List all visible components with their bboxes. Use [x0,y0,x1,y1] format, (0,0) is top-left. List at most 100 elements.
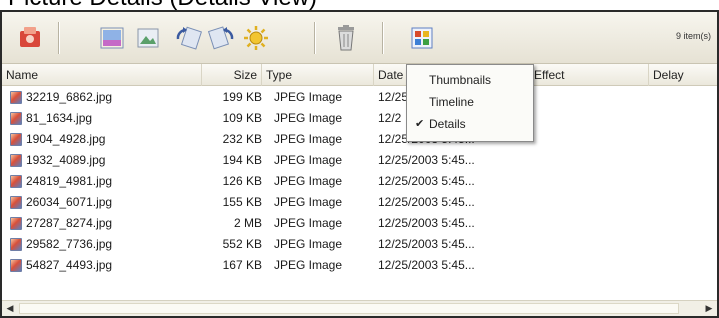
file-size: 552 KB [222,237,262,251]
jpeg-file-icon [10,259,22,272]
column-header-delay[interactable]: Delay [649,64,717,86]
file-name: 24819_4981.jpg [26,174,113,188]
file-date: 12/25/2003 5:45... [378,258,475,272]
file-date: 12/2 [378,111,402,125]
file-name: 81_1634.jpg [26,111,93,125]
jpeg-file-icon [10,175,22,188]
file-row[interactable]: 27287_8274.jpg 2 MB JPEG Image 12/25/200… [2,213,717,234]
jpeg-file-icon [10,217,22,230]
menu-item-details-label: Details [429,117,466,131]
file-date: 12/25/2003 5:45... [378,237,475,251]
file-type: JPEG Image [274,237,343,251]
jpeg-file-icon [10,238,22,251]
column-header-size-label: Size [233,68,257,82]
column-header-type-label: Type [266,68,293,82]
file-row[interactable]: 26034_6071.jpg 155 KB JPEG Image 12/25/2… [2,192,717,213]
file-type: JPEG Image [274,216,343,230]
file-size: 155 KB [222,195,262,209]
menu-item-details[interactable]: ✔ Details [407,113,533,135]
file-date: 12/25/2003 5:45... [378,174,475,188]
screenshot-caption: Picture Details (Details View) [0,0,719,10]
file-row[interactable]: 1904_4928.jpg 232 KB JPEG Image 12/25/20… [2,129,717,150]
delete-button[interactable] [330,22,362,54]
list-header: Name Size Type Date Effect Delay [2,64,717,86]
column-header-effect-label: Effect [534,68,565,82]
jpeg-file-icon [10,112,22,125]
file-type: JPEG Image [274,174,343,188]
file-list: 32219_6862.jpg 199 KB JPEG Image 12/25/2… [2,87,717,276]
file-row[interactable]: 81_1634.jpg 109 KB JPEG Image 12/2 [2,108,717,129]
rotate-right-icon [208,26,234,50]
file-size: 126 KB [222,174,262,188]
column-header-name-label: Name [6,68,39,82]
file-row[interactable]: 32219_6862.jpg 199 KB JPEG Image 12/25/2… [2,87,717,108]
import-button[interactable] [14,22,46,54]
photo-icon [137,28,159,48]
toolbar-separator [314,22,315,54]
column-header-effect[interactable]: Effect [534,64,649,86]
checkmark-icon: ✔ [415,118,425,130]
file-size: 2 MB [233,216,262,230]
file-name: 27287_8274.jpg [26,216,113,230]
rotate-left-icon [176,26,202,50]
scrollbar-thumb[interactable] [19,303,679,314]
column-header-delay-label: Delay [653,68,684,82]
jpeg-file-icon [10,133,22,146]
slideshow-button[interactable] [240,22,272,54]
file-size: 199 KB [222,90,262,104]
edit-picture-button[interactable] [96,22,128,54]
toolbar-separator [382,22,383,54]
file-row[interactable]: 24819_4981.jpg 126 KB JPEG Image 12/25/2… [2,171,717,192]
column-header-size[interactable]: Size [202,64,262,86]
file-type: JPEG Image [274,111,343,125]
column-header-date-label: Date [378,68,404,82]
item-count-label: 9 item(s) [675,31,711,41]
menu-item-timeline-label: Timeline [429,95,474,109]
views-button[interactable] [406,22,438,54]
column-header-type[interactable]: Type [262,64,374,86]
scroll-right-icon[interactable]: ▶ [701,301,717,316]
picture-list-window: 9 item(s) Name Size Type Date Effect Del… [0,10,719,318]
delete-icon [338,25,354,51]
file-size: 194 KB [222,153,262,167]
file-date: 12/25/2003 5:45... [378,153,475,167]
toolbar: 9 item(s) [2,12,717,64]
file-type: JPEG Image [274,258,343,272]
file-type: JPEG Image [274,90,343,104]
column-header-name[interactable]: Name [2,64,202,86]
edit-icon [100,27,124,49]
file-type: JPEG Image [274,132,343,146]
jpeg-file-icon [10,196,22,209]
photo-button[interactable] [132,22,164,54]
file-name: 1932_4089.jpg [26,153,106,167]
file-name: 32219_6862.jpg [26,90,113,104]
menu-item-thumbnails[interactable]: Thumbnails [407,69,533,91]
slideshow-icon [244,26,268,50]
file-size: 232 KB [222,132,262,146]
file-row[interactable]: 29582_7736.jpg 552 KB JPEG Image 12/25/2… [2,234,717,255]
views-icon [411,27,433,49]
import-icon [20,27,40,47]
file-name: 54827_4493.jpg [26,258,113,272]
scroll-left-icon[interactable]: ◀ [2,301,18,316]
menu-item-timeline[interactable]: Timeline [407,91,533,113]
file-date: 12/25/2003 5:45... [378,195,475,209]
file-name: 1904_4928.jpg [26,132,106,146]
toolbar-separator [58,22,59,54]
jpeg-file-icon [10,154,22,167]
file-name: 29582_7736.jpg [26,237,113,251]
file-row[interactable]: 1932_4089.jpg 194 KB JPEG Image 12/25/20… [2,150,717,171]
rotate-right-button[interactable] [206,22,238,54]
menu-item-thumbnails-label: Thumbnails [429,73,492,87]
file-name: 26034_6071.jpg [26,195,113,209]
rotate-left-button[interactable] [172,22,204,54]
file-type: JPEG Image [274,153,343,167]
jpeg-file-icon [10,91,22,104]
view-dropdown-menu: Thumbnails Timeline ✔ Details [406,64,534,142]
file-date: 12/25/2003 5:45... [378,216,475,230]
file-row[interactable]: 54827_4493.jpg 167 KB JPEG Image 12/25/2… [2,255,717,276]
file-size: 167 KB [222,258,262,272]
file-size: 109 KB [222,111,262,125]
file-type: JPEG Image [274,195,343,209]
horizontal-scrollbar[interactable]: ◀ ▶ [2,300,717,316]
